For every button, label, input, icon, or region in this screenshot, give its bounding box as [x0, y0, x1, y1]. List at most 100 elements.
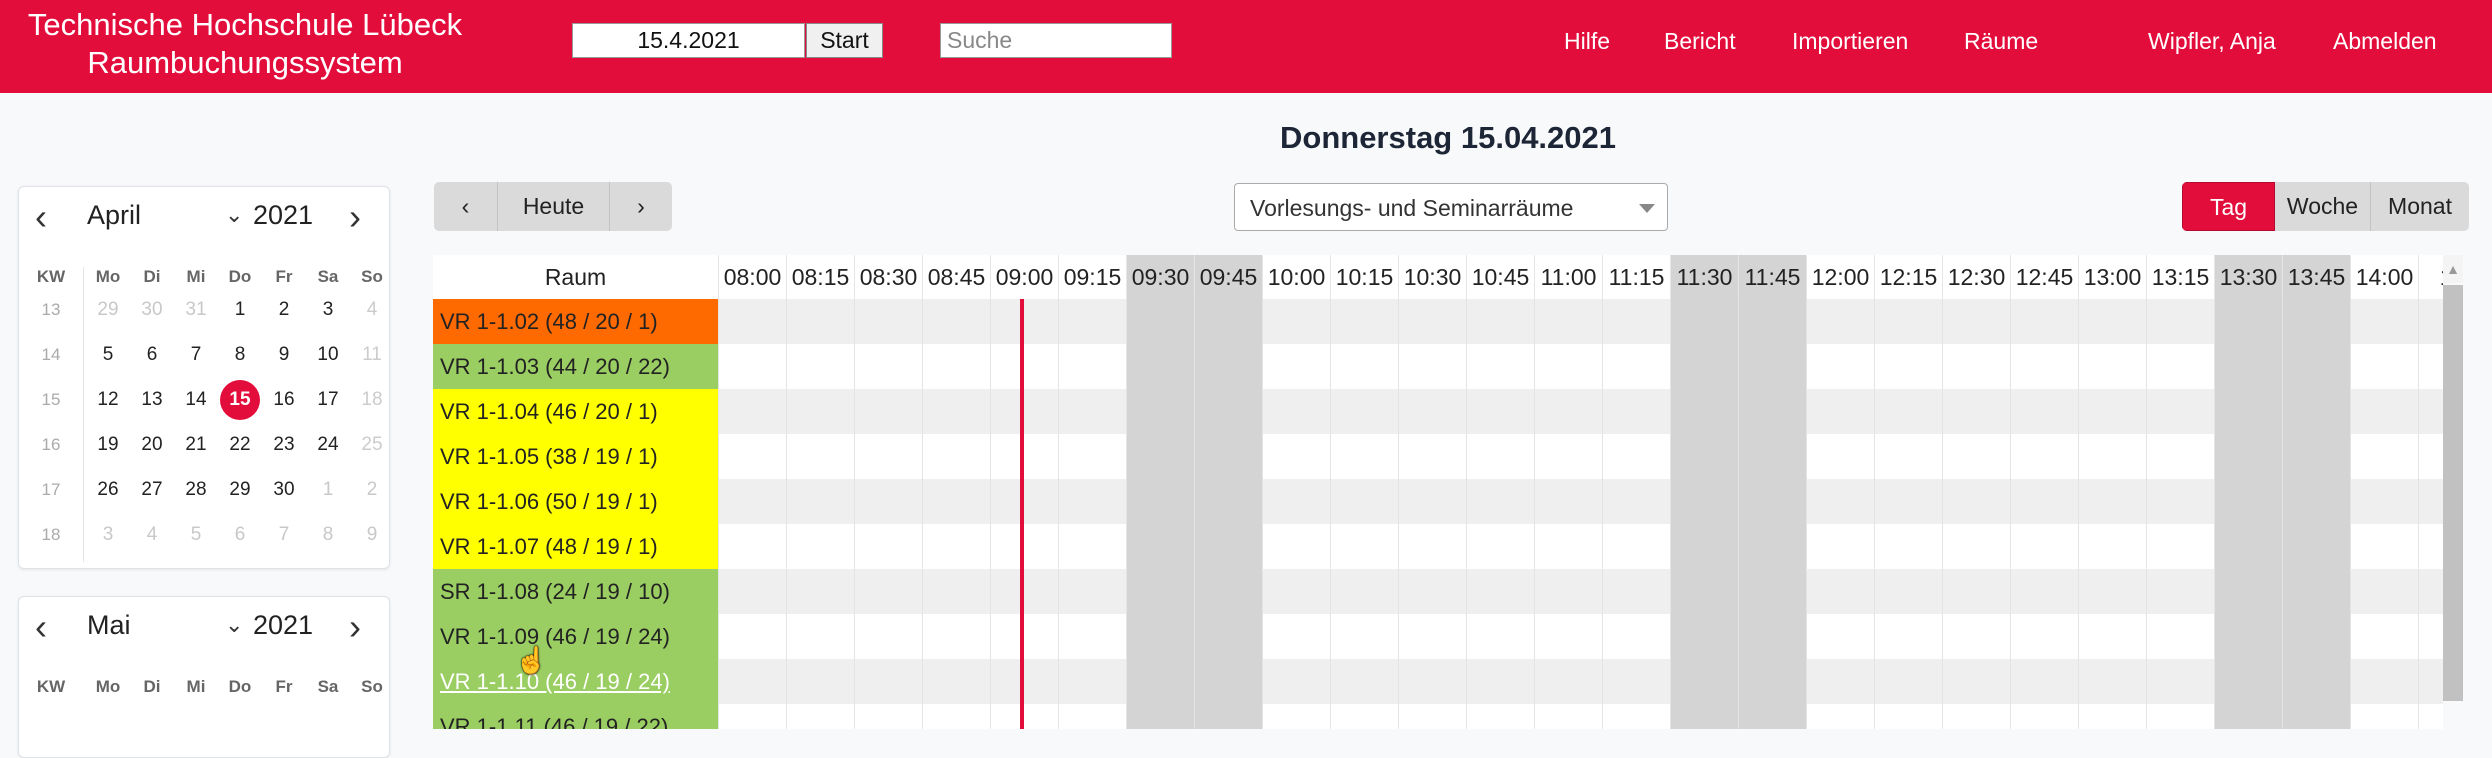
calendar-day[interactable]: 31 — [176, 290, 216, 330]
chevron-down-icon[interactable]: ⌄ — [225, 612, 243, 638]
calendar-prev-icon[interactable]: ‹ — [35, 197, 47, 237]
today-button[interactable]: Heute — [498, 182, 610, 231]
next-day-button[interactable]: › — [610, 182, 672, 231]
room-label[interactable]: VR 1-1.10 (46 / 19 / 24) — [433, 659, 718, 704]
scroll-up-icon[interactable]: ▲ — [2443, 255, 2463, 283]
calendar-year[interactable]: 2021 — [253, 610, 313, 641]
prev-day-button[interactable]: ‹ — [434, 182, 498, 231]
start-button[interactable]: Start — [806, 23, 883, 58]
time-column-header: 08:15 — [786, 255, 854, 299]
calendar-day[interactable]: 23 — [264, 425, 304, 465]
schedule-row[interactable] — [718, 569, 2443, 614]
calendar-day[interactable]: 9 — [264, 335, 304, 375]
calendar-day[interactable]: 25 — [352, 425, 392, 465]
nav-user[interactable]: Wipfler, Anja — [2148, 28, 2276, 55]
date-input[interactable] — [572, 23, 805, 58]
calendar-day[interactable]: 17 — [308, 380, 348, 420]
calendar-day[interactable]: 4 — [132, 515, 172, 555]
calendar-day[interactable]: 5 — [88, 335, 128, 375]
schedule-row[interactable] — [718, 344, 2443, 389]
calendar-day[interactable]: 7 — [176, 335, 216, 375]
view-month-button[interactable]: Monat — [2371, 182, 2469, 231]
calendar-day[interactable]: 3 — [88, 515, 128, 555]
calendar-day[interactable]: 19 — [88, 425, 128, 465]
room-label[interactable]: VR 1-1.07 (48 / 19 / 1) — [433, 524, 718, 569]
calendar-month[interactable]: Mai — [87, 610, 131, 641]
calendar-day[interactable]: 13 — [132, 380, 172, 420]
nav-logout[interactable]: Abmelden — [2333, 28, 2437, 55]
room-label[interactable]: VR 1-1.11 (46 / 19 / 22) — [433, 704, 718, 729]
time-column-header: 09:00 — [990, 255, 1058, 299]
calendar-day[interactable]: 18 — [352, 380, 392, 420]
schedule-row[interactable] — [718, 479, 2443, 524]
room-label[interactable]: VR 1-1.03 (44 / 20 / 22) — [433, 344, 718, 389]
room-label[interactable]: VR 1-1.06 (50 / 19 / 1) — [433, 479, 718, 524]
calendar-day[interactable]: 30 — [132, 290, 172, 330]
calendar-day[interactable]: 11 — [352, 335, 392, 375]
calendar-day[interactable]: 5 — [176, 515, 216, 555]
scrollbar-thumb[interactable] — [2443, 285, 2463, 701]
calendar-day[interactable]: 4 — [352, 290, 392, 330]
schedule-row[interactable] — [718, 704, 2443, 729]
calendar-day[interactable]: 1 — [220, 290, 260, 330]
calendar-next-icon[interactable]: › — [349, 197, 361, 237]
calendar-day[interactable]: 15 — [220, 380, 260, 420]
schedule-row[interactable] — [718, 299, 2443, 344]
time-gridline — [1262, 299, 1263, 729]
calendar-day[interactable]: 24 — [308, 425, 348, 465]
nav-help[interactable]: Hilfe — [1564, 28, 1610, 55]
calendar-year[interactable]: 2021 — [253, 200, 313, 231]
calendar-day[interactable]: 12 — [88, 380, 128, 420]
time-column-header: 13:30 — [2214, 255, 2282, 299]
calendar-day[interactable]: 14 — [176, 380, 216, 420]
calendar-day[interactable]: 1 — [308, 470, 348, 510]
room-filter-select[interactable]: Vorlesungs- und Seminarräume — [1234, 183, 1668, 231]
schedule-row[interactable] — [718, 614, 2443, 659]
calendar-day[interactable]: 2 — [264, 290, 304, 330]
weekday-header: Fr — [275, 677, 293, 696]
calendar-prev-icon[interactable]: ‹ — [35, 607, 47, 647]
schedule-row[interactable] — [718, 389, 2443, 434]
calendar-day[interactable]: 6 — [220, 515, 260, 555]
nav-import[interactable]: Importieren — [1792, 28, 1908, 55]
calendar-day[interactable]: 9 — [352, 515, 392, 555]
view-week-button[interactable]: Woche — [2275, 182, 2371, 231]
schedule-row[interactable] — [718, 434, 2443, 479]
schedule-row[interactable] — [718, 659, 2443, 704]
calendar-day[interactable]: 2 — [352, 470, 392, 510]
time-column-header: 12:00 — [1806, 255, 1874, 299]
room-label[interactable]: SR 1-1.08 (24 / 19 / 10) — [433, 569, 718, 614]
calendar-day[interactable]: 30 — [264, 470, 304, 510]
calendar-day[interactable]: 27 — [132, 470, 172, 510]
calendar-day[interactable]: 3 — [308, 290, 348, 330]
calendar-day[interactable]: 28 — [176, 470, 216, 510]
schedule-row[interactable] — [718, 524, 2443, 569]
room-label[interactable]: VR 1-1.04 (46 / 20 / 1) — [433, 389, 718, 434]
calendar-day[interactable]: 10 — [308, 335, 348, 375]
room-label[interactable]: VR 1-1.05 (38 / 19 / 1) — [433, 434, 718, 479]
calendar-day[interactable]: 29 — [220, 470, 260, 510]
calendar-next-icon[interactable]: › — [349, 607, 361, 647]
nav-rooms[interactable]: Räume — [1964, 28, 2038, 55]
calendar-month[interactable]: April — [87, 200, 141, 231]
calendar-day[interactable]: 21 — [176, 425, 216, 465]
mini-calendar-april: ‹ April ⌄ 2021 › KW Mo Di Mi Do Fr Sa So 13 29 30 3… — [18, 186, 390, 569]
time-column-header: 10:00 — [1262, 255, 1330, 299]
view-day-button[interactable]: Tag — [2182, 182, 2275, 231]
room-label[interactable]: VR 1-1.02 (48 / 20 / 1) — [433, 299, 718, 344]
calendar-day[interactable]: 29 — [88, 290, 128, 330]
nav-report[interactable]: Bericht — [1664, 28, 1736, 55]
search-input[interactable] — [940, 23, 1172, 58]
calendar-day[interactable]: 16 — [264, 380, 304, 420]
time-gridline — [2282, 299, 2283, 729]
room-label[interactable]: VR 1-1.09 (46 / 19 / 24) — [433, 614, 718, 659]
chevron-down-icon[interactable]: ⌄ — [225, 202, 243, 228]
calendar-day[interactable]: 26 — [88, 470, 128, 510]
calendar-day[interactable]: 20 — [132, 425, 172, 465]
calendar-day[interactable]: 7 — [264, 515, 304, 555]
time-gridline — [1058, 299, 1059, 729]
calendar-day[interactable]: 6 — [132, 335, 172, 375]
calendar-day[interactable]: 8 — [308, 515, 348, 555]
calendar-day[interactable]: 22 — [220, 425, 260, 465]
calendar-day[interactable]: 8 — [220, 335, 260, 375]
